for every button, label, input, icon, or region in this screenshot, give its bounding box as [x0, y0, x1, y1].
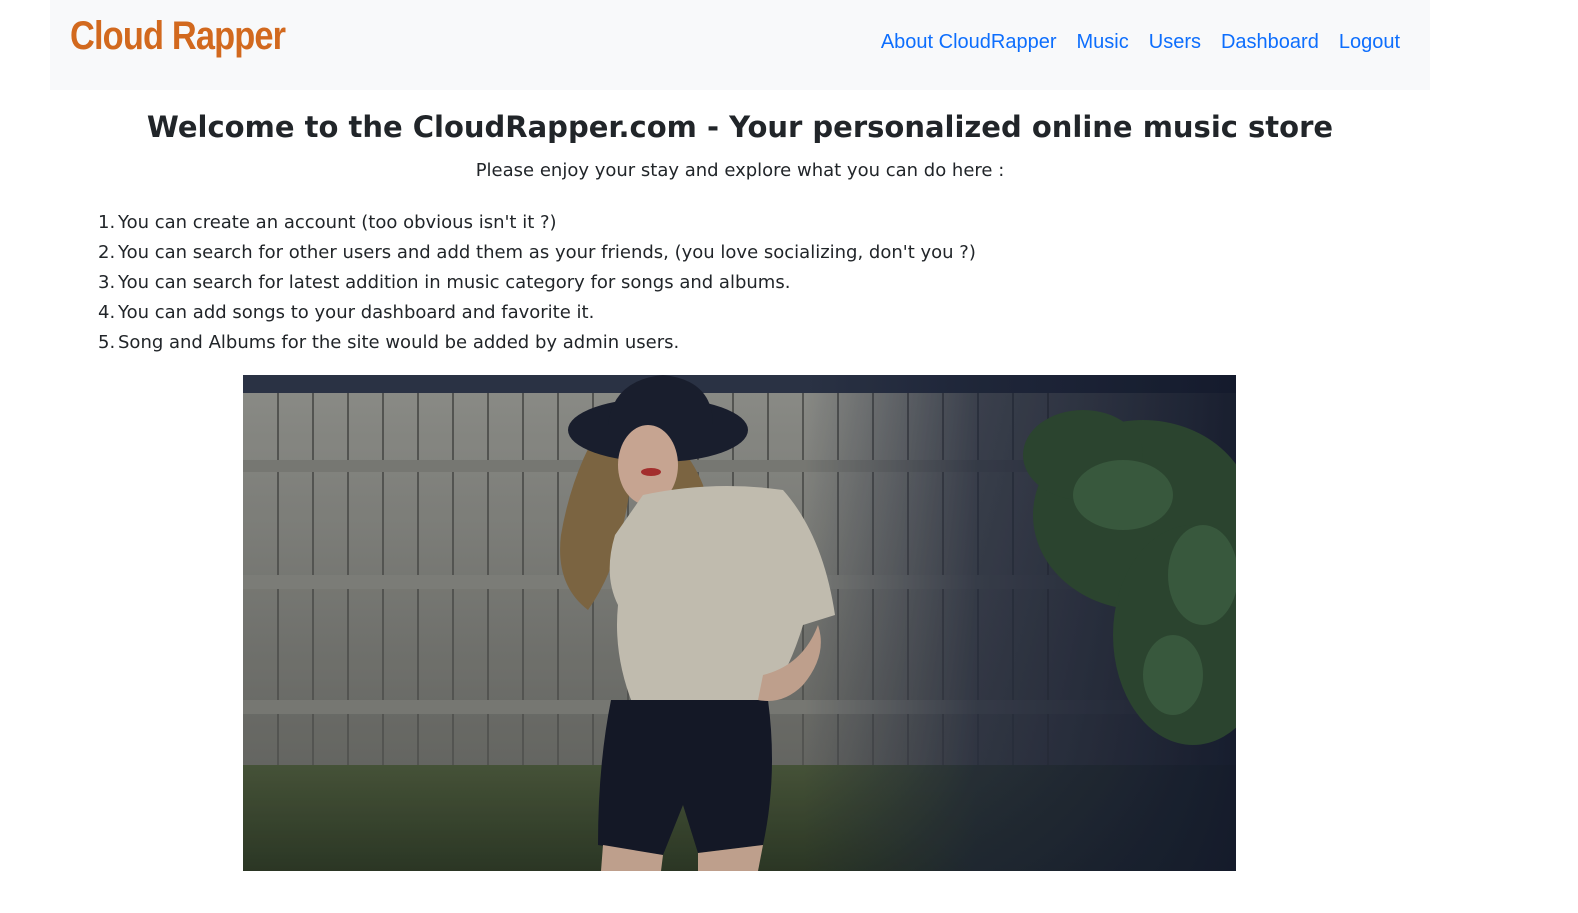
- brand-logo[interactable]: Cloud Rapper: [70, 14, 286, 59]
- list-item-text: You can add songs to your dashboard and …: [118, 302, 595, 323]
- page-subtitle: Please enjoy your stay and explore what …: [475, 160, 1005, 181]
- list-item-text: You can search for other users and add t…: [118, 242, 976, 263]
- list-item-number: 2.: [98, 242, 116, 263]
- nav-link-logout[interactable]: Logout: [1339, 31, 1400, 54]
- nav-link-dashboard[interactable]: Dashboard: [1221, 31, 1319, 54]
- nav-link-about[interactable]: About CloudRapper: [881, 31, 1057, 54]
- list-item-text: You can search for latest addition in mu…: [118, 272, 791, 293]
- list-item-number: 1.: [98, 212, 116, 233]
- nav-link-users[interactable]: Users: [1149, 31, 1201, 54]
- hero-image: [243, 375, 1236, 871]
- nav-links: About CloudRapper Music Users Dashboard …: [881, 31, 1400, 54]
- list-item: 2. You can search for other users and add…: [98, 238, 976, 268]
- page-title: Welcome to the CloudRapper.com - Your pe…: [146, 110, 1334, 144]
- list-item-number: 3.: [98, 272, 116, 293]
- list-item-number: 5.: [98, 332, 116, 353]
- list-item-text: You can create an account (too obvious i…: [118, 212, 557, 233]
- feature-list: 1. You can create an account (too obvious…: [98, 208, 976, 358]
- list-item: 4. You can add songs to your dashboard an…: [98, 298, 976, 328]
- list-item: 5. Song and Albums for the site would be …: [98, 328, 976, 358]
- navbar: Cloud Rapper About CloudRapper Music Use…: [50, 0, 1430, 90]
- list-item: 1. You can create an account (too obvious…: [98, 208, 976, 238]
- list-item-number: 4.: [98, 302, 116, 323]
- list-item-text: Song and Albums for the site would be ad…: [118, 332, 680, 353]
- list-item: 3. You can search for latest addition in …: [98, 268, 976, 298]
- nav-link-music[interactable]: Music: [1077, 31, 1129, 54]
